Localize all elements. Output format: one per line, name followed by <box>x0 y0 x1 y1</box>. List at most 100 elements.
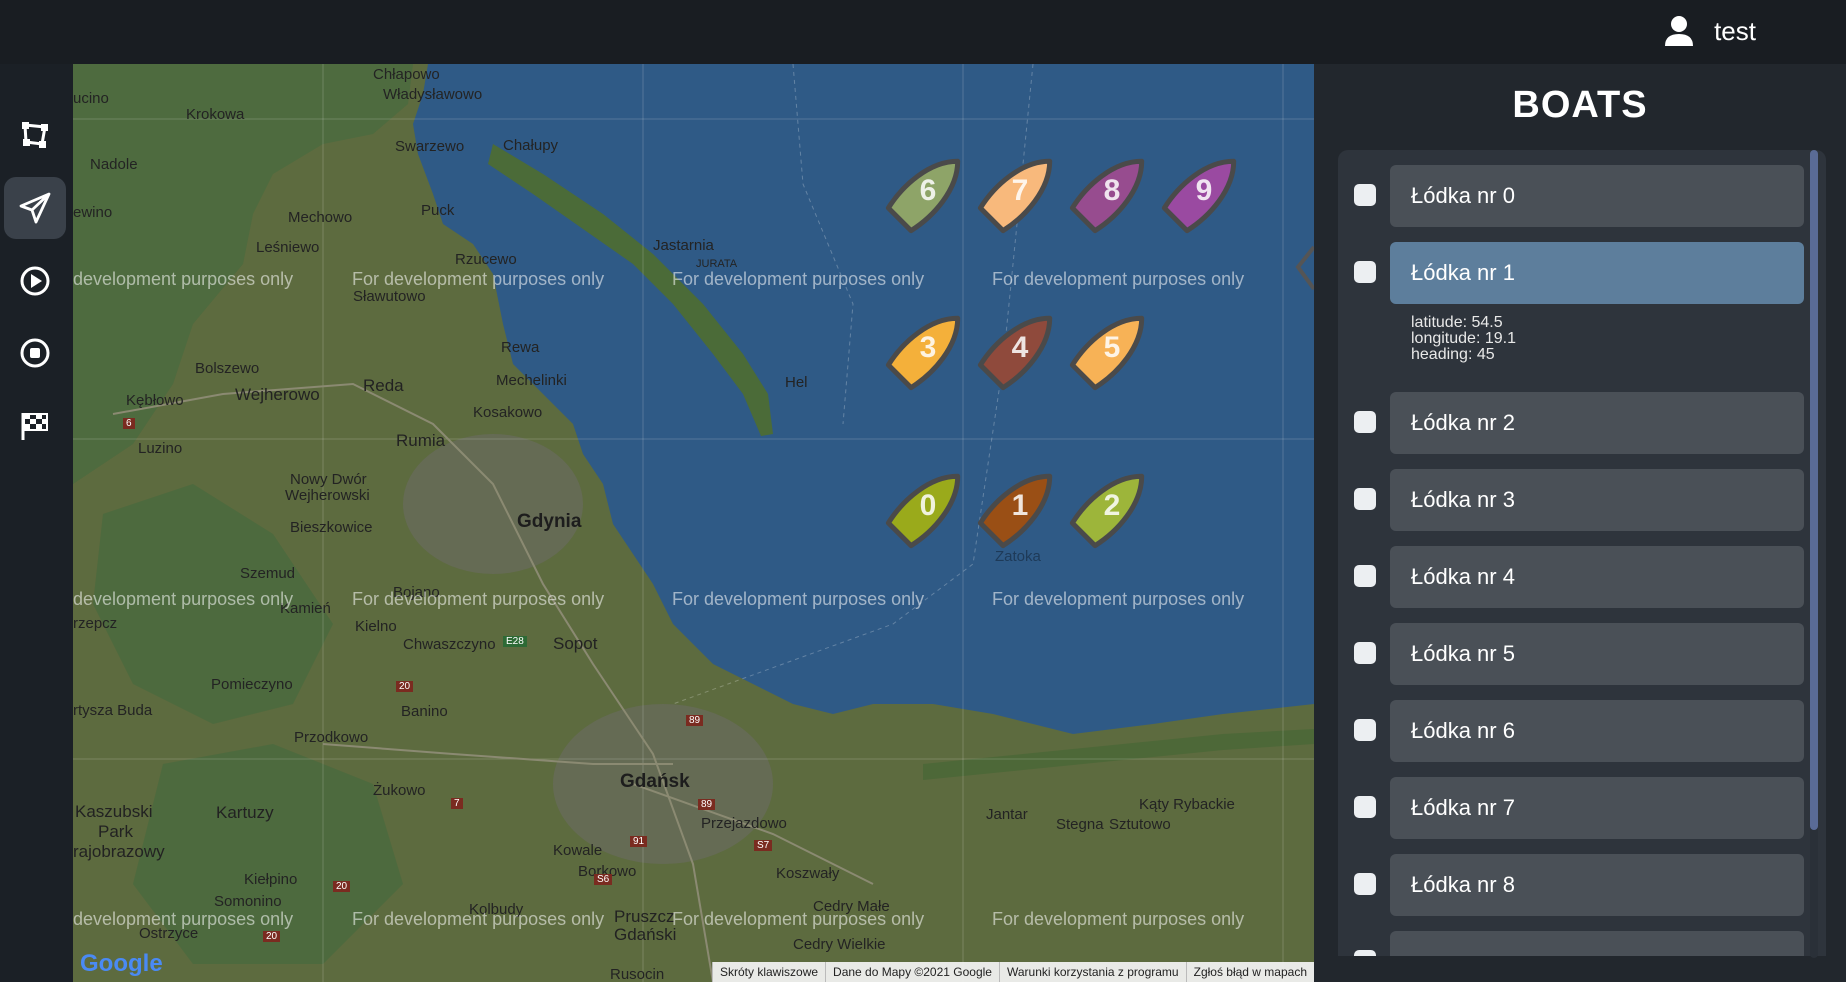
boat-checkbox[interactable] <box>1354 719 1376 741</box>
place-label: Hel <box>785 374 808 391</box>
road-badge: E28 <box>503 636 527 647</box>
place-label: Chwaszczyno <box>403 636 496 653</box>
boat-marker-6[interactable]: 6 <box>882 145 974 237</box>
boat-row: Łódka nr 3 <box>1338 454 1826 531</box>
boat-button[interactable]: Łódka nr 6 <box>1390 700 1804 762</box>
boat-marker-label: 7 <box>1011 174 1029 207</box>
dev-watermark: For development purposes only <box>352 589 605 609</box>
boat-heading: heading: 45 <box>1411 346 1495 363</box>
paper-plane-icon <box>19 192 51 224</box>
place-label: Kąty Rybackie <box>1139 796 1235 813</box>
boat-checkbox[interactable] <box>1354 488 1376 510</box>
boat-marker-label: 5 <box>1103 331 1121 364</box>
boat-marker-9[interactable]: 9 <box>1158 145 1250 237</box>
boat-row: Łódka nr 1 latitude: 54.5 longitude: 19.… <box>1338 227 1826 377</box>
place-label: ewino <box>73 204 113 221</box>
dev-watermark: For development purposes only <box>672 269 925 289</box>
boat-row: Łódka nr 4 <box>1338 531 1826 608</box>
road-badge: 89 <box>686 715 704 726</box>
boat-row: Łódka nr 0 <box>1338 150 1826 227</box>
dev-watermark: For development purposes only <box>992 589 1245 609</box>
place-label: Leśniewo <box>256 239 320 256</box>
place-label: Kielno <box>355 618 397 635</box>
boat-button[interactable]: Łódka nr 5 <box>1390 623 1804 685</box>
sidebar-finish-button[interactable] <box>4 395 66 457</box>
boat-marker-1[interactable]: 1 <box>974 460 1066 552</box>
map-view[interactable]: Chłapowo Władysławowo ucino Krokowa Nado… <box>73 64 1314 982</box>
attribution-terms-link[interactable]: Warunki korzystania z programu <box>998 962 1186 982</box>
boat-marker-0[interactable]: 0 <box>882 460 974 552</box>
boat-row: Łódka nr 6 <box>1338 685 1826 762</box>
road-badge: 20 <box>263 931 281 942</box>
place-label: Pomieczyno <box>211 676 293 693</box>
boat-checkbox[interactable] <box>1354 184 1376 206</box>
boat-checkbox[interactable] <box>1354 796 1376 818</box>
place-label: Chłapowo <box>373 66 440 83</box>
boat-marker-5[interactable]: 5 <box>1066 302 1158 394</box>
sidebar-send-button[interactable] <box>4 177 66 239</box>
place-label: Żukowo <box>373 782 426 799</box>
map-attribution: Skróty klawiszowe Dane do Mapy ©2021 Goo… <box>712 962 1314 982</box>
boat-button[interactable]: Łódka nr 2 <box>1390 392 1804 454</box>
boat-checkbox[interactable] <box>1354 565 1376 587</box>
boat-latitude: latitude: 54.5 <box>1411 314 1503 331</box>
boat-marker-8[interactable]: 8 <box>1066 145 1158 237</box>
user-name: test <box>1714 15 1756 46</box>
boat-button[interactable] <box>1390 931 1804 956</box>
sidebar-stop-button[interactable] <box>4 322 66 384</box>
boat-checkbox[interactable] <box>1354 261 1376 283</box>
boat-marker-4[interactable]: 4 <box>974 302 1066 394</box>
sidebar-polygon-button[interactable] <box>4 104 66 166</box>
boat-button[interactable]: Łódka nr 3 <box>1390 469 1804 531</box>
boat-marker-2[interactable]: 2 <box>1066 460 1158 552</box>
boat-marker-partial[interactable] <box>1290 239 1314 299</box>
user-icon <box>1665 16 1694 46</box>
boat-checkbox[interactable] <box>1354 642 1376 664</box>
polygon-icon <box>22 122 48 148</box>
boat-row: Łódka nr 2 <box>1338 377 1826 454</box>
place-label: Rewa <box>501 339 540 356</box>
boat-button[interactable]: Łódka nr 4 <box>1390 546 1804 608</box>
dev-watermark: For development purposes only <box>992 269 1245 289</box>
boat-checkbox[interactable] <box>1354 411 1376 433</box>
boat-checkbox[interactable] <box>1354 950 1376 956</box>
boat-marker-label: 8 <box>1103 174 1121 207</box>
dev-watermark: For development purposes only <box>352 909 605 929</box>
place-label: Luzino <box>138 440 183 457</box>
boat-marker-label: 2 <box>1103 489 1121 522</box>
dev-watermark: development purposes only <box>73 589 294 609</box>
place-label: Sławutowo <box>353 288 426 305</box>
place-label: Kaszubski <box>75 802 153 821</box>
boats-list-scrollbar[interactable] <box>1810 150 1818 958</box>
place-label: Jantar <box>986 806 1028 823</box>
boat-button[interactable]: Łódka nr 8 <box>1390 854 1804 916</box>
place-label: Przejazdowo <box>701 815 787 832</box>
place-label: Rumia <box>396 431 446 450</box>
place-label: Nadole <box>90 156 138 173</box>
place-label: Chałupy <box>503 137 559 154</box>
boat-marker-3[interactable]: 3 <box>882 302 974 394</box>
place-label: Mechelinki <box>496 372 567 389</box>
boats-panel: BOATS Łódka nr 0 Łódka nr 1 latitude: 54… <box>1314 64 1846 982</box>
boat-button[interactable]: Łódka nr 0 <box>1390 165 1804 227</box>
place-label: Somonino <box>214 893 282 910</box>
boat-button[interactable]: Łódka nr 7 <box>1390 777 1804 839</box>
user-menu[interactable]: test <box>1662 14 1756 48</box>
place-label: Kiełpino <box>244 871 298 888</box>
scrollbar-thumb[interactable] <box>1810 150 1818 830</box>
place-label: Gdańsk <box>620 771 690 792</box>
boat-marker-label: 1 <box>1011 489 1029 522</box>
boat-longitude: longitude: 19.1 <box>1411 330 1516 347</box>
place-label: Gdański <box>614 925 677 944</box>
sidebar-play-button[interactable] <box>4 250 66 312</box>
place-label: Kosakowo <box>473 404 543 421</box>
boat-button[interactable]: Łódka nr 1 <box>1390 242 1804 304</box>
boat-marker-7[interactable]: 7 <box>974 145 1066 237</box>
place-label: Gdynia <box>517 511 582 532</box>
sidebar <box>0 64 73 982</box>
boats-list[interactable]: Łódka nr 0 Łódka nr 1 latitude: 54.5 lon… <box>1338 150 1826 956</box>
boat-checkbox[interactable] <box>1354 873 1376 895</box>
google-logo[interactable]: Google <box>80 950 163 978</box>
attribution-report-link[interactable]: Zgłoś błąd w mapach <box>1185 962 1314 982</box>
attribution-shortcuts-link[interactable]: Skróty klawiszowe <box>712 962 825 982</box>
